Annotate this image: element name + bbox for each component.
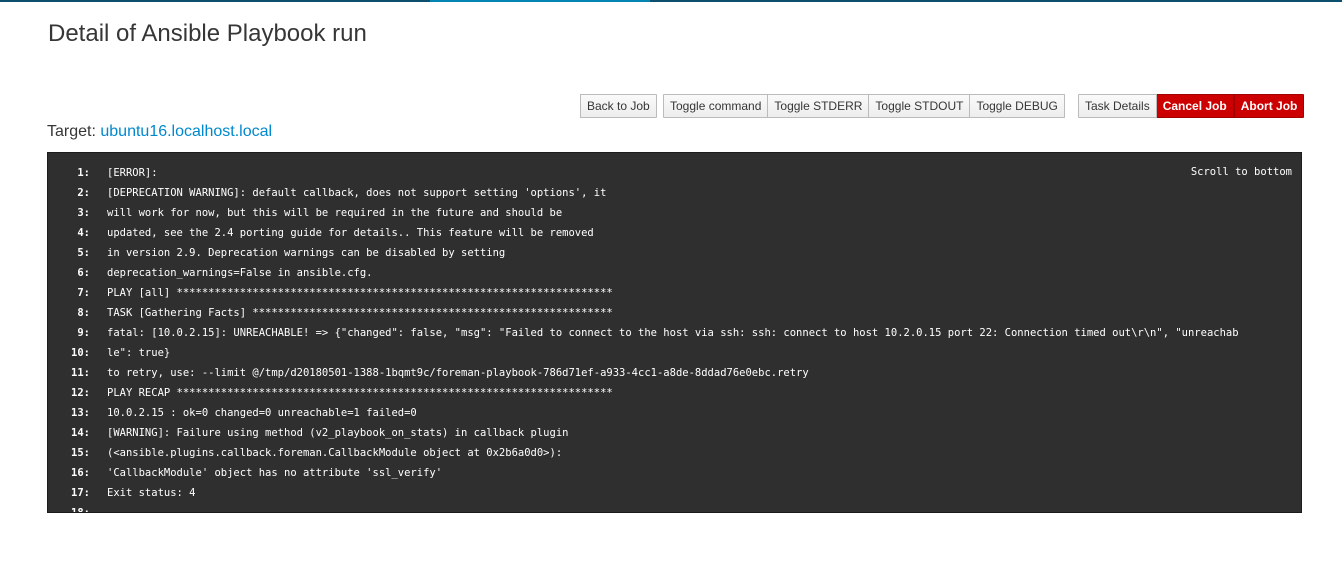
toggle-debug-button[interactable]: Toggle DEBUG (970, 94, 1065, 118)
console-line: 9: fatal: [10.0.2.15]: UNREACHABLE! => {"… (48, 323, 1301, 343)
console-line: 4: updated, see the 2.4 porting guide for… (48, 223, 1301, 243)
console-line: 16: 'CallbackModule' object has no attrib… (48, 463, 1301, 483)
line-number: 1: (77, 167, 90, 179)
line-text: in version 2.9. Deprecation warnings can… (107, 247, 506, 259)
target-label: Target: (47, 123, 96, 140)
console-line: 13: 10.0.2.15 : ok=0 changed=0 unreachabl… (48, 403, 1301, 423)
console-line: 2: [DEPRECATION WARNING]: default callbac… (48, 183, 1301, 203)
toggle-stderr-button[interactable]: Toggle STDERR (768, 94, 870, 118)
line-text: [DEPRECATION WARNING]: default callback,… (107, 187, 607, 199)
console-line: 15: (<ansible.plugins.callback.foreman.Ca… (48, 443, 1301, 463)
cancel-job-button[interactable]: Cancel Job (1156, 94, 1234, 118)
line-number: 10: (71, 347, 90, 359)
line-text: PLAY [all] *****************************… (107, 287, 613, 299)
console-line: 10: le": true} (48, 343, 1301, 363)
toggle-command-button[interactable]: Toggle command (663, 94, 769, 118)
back-to-job-button[interactable]: Back to Job (580, 94, 657, 118)
toggle-stdout-button[interactable]: Toggle STDOUT (869, 94, 971, 118)
console-line: 11: to retry, use: --limit @/tmp/d2018050… (48, 363, 1301, 383)
line-number: 4: (77, 227, 90, 239)
console-line: 5: in version 2.9. Deprecation warnings c… (48, 243, 1301, 263)
console-line: 18: (48, 503, 1301, 513)
line-number: 9: (77, 327, 90, 339)
line-text: le": true} (107, 347, 171, 359)
console-line: 8: TASK [Gathering Facts] ***************… (48, 303, 1301, 323)
abort-job-button[interactable]: Abort Job (1233, 94, 1305, 118)
line-number: 8: (77, 307, 90, 319)
top-bar-accent (430, 0, 650, 2)
line-text: updated, see the 2.4 porting guide for d… (107, 227, 594, 239)
line-text: to retry, use: --limit @/tmp/d20180501-1… (107, 367, 809, 379)
console-line: 1: [ERROR]: (48, 163, 1301, 183)
line-number: 12: (71, 387, 90, 399)
line-text: [ERROR]: (107, 167, 158, 179)
line-number: 13: (71, 407, 90, 419)
console-line: 6: deprecation_warnings=False in ansible.… (48, 263, 1301, 283)
line-number: 16: (71, 467, 90, 479)
line-number: 5: (77, 247, 90, 259)
line-text: deprecation_warnings=False in ansible.cf… (107, 267, 373, 279)
target-host: Target: ubuntu16.localhost.local (47, 123, 272, 141)
line-number: 17: (71, 487, 90, 499)
toggle-button-group: Toggle command Toggle STDERR Toggle STDO… (663, 94, 1065, 118)
line-text: Exit status: 4 (107, 487, 196, 499)
console-line: 7: PLAY [all] ***************************… (48, 283, 1301, 303)
line-text: PLAY RECAP *****************************… (107, 387, 613, 399)
line-number: 18: (71, 507, 90, 513)
top-bar (0, 0, 1342, 2)
line-text: 'CallbackModule' object has no attribute… (107, 467, 443, 479)
back-button-group: Back to Job (580, 94, 657, 118)
line-number: 15: (71, 447, 90, 459)
scroll-to-bottom-link[interactable]: Scroll to bottom (1191, 166, 1292, 178)
console-line: 12: PLAY RECAP **************************… (48, 383, 1301, 403)
console-line: 3: will work for now, but this will be re… (48, 203, 1301, 223)
line-text: (<ansible.plugins.callback.foreman.Callb… (107, 447, 563, 459)
page-title: Detail of Ansible Playbook run (48, 20, 367, 47)
line-text: [WARNING]: Failure using method (v2_play… (107, 427, 569, 439)
line-number: 7: (77, 287, 90, 299)
job-action-button-group: Task Details Cancel Job Abort Job (1078, 94, 1305, 118)
task-details-button[interactable]: Task Details (1078, 94, 1157, 118)
target-host-link[interactable]: ubuntu16.localhost.local (100, 123, 272, 140)
line-number: 14: (71, 427, 90, 439)
console-line: 17: Exit status: 4 (48, 483, 1301, 503)
line-number: 2: (77, 187, 90, 199)
console-lines: 1: [ERROR]: 2: [DEPRECATION WARNING]: defau… (48, 163, 1301, 513)
line-number: 11: (71, 367, 90, 379)
line-text: 10.0.2.15 : ok=0 changed=0 unreachable=1… (107, 407, 417, 419)
line-number: 3: (77, 207, 90, 219)
line-text: TASK [Gathering Facts] *****************… (107, 307, 613, 319)
line-number: 6: (77, 267, 90, 279)
console-line: 14: [WARNING]: Failure using method (v2_p… (48, 423, 1301, 443)
console-output[interactable]: 1: [ERROR]: 2: [DEPRECATION WARNING]: defau… (47, 152, 1302, 513)
line-text: will work for now, but this will be requ… (107, 207, 563, 219)
line-text: fatal: [10.0.2.15]: UNREACHABLE! => {"ch… (107, 327, 1239, 339)
